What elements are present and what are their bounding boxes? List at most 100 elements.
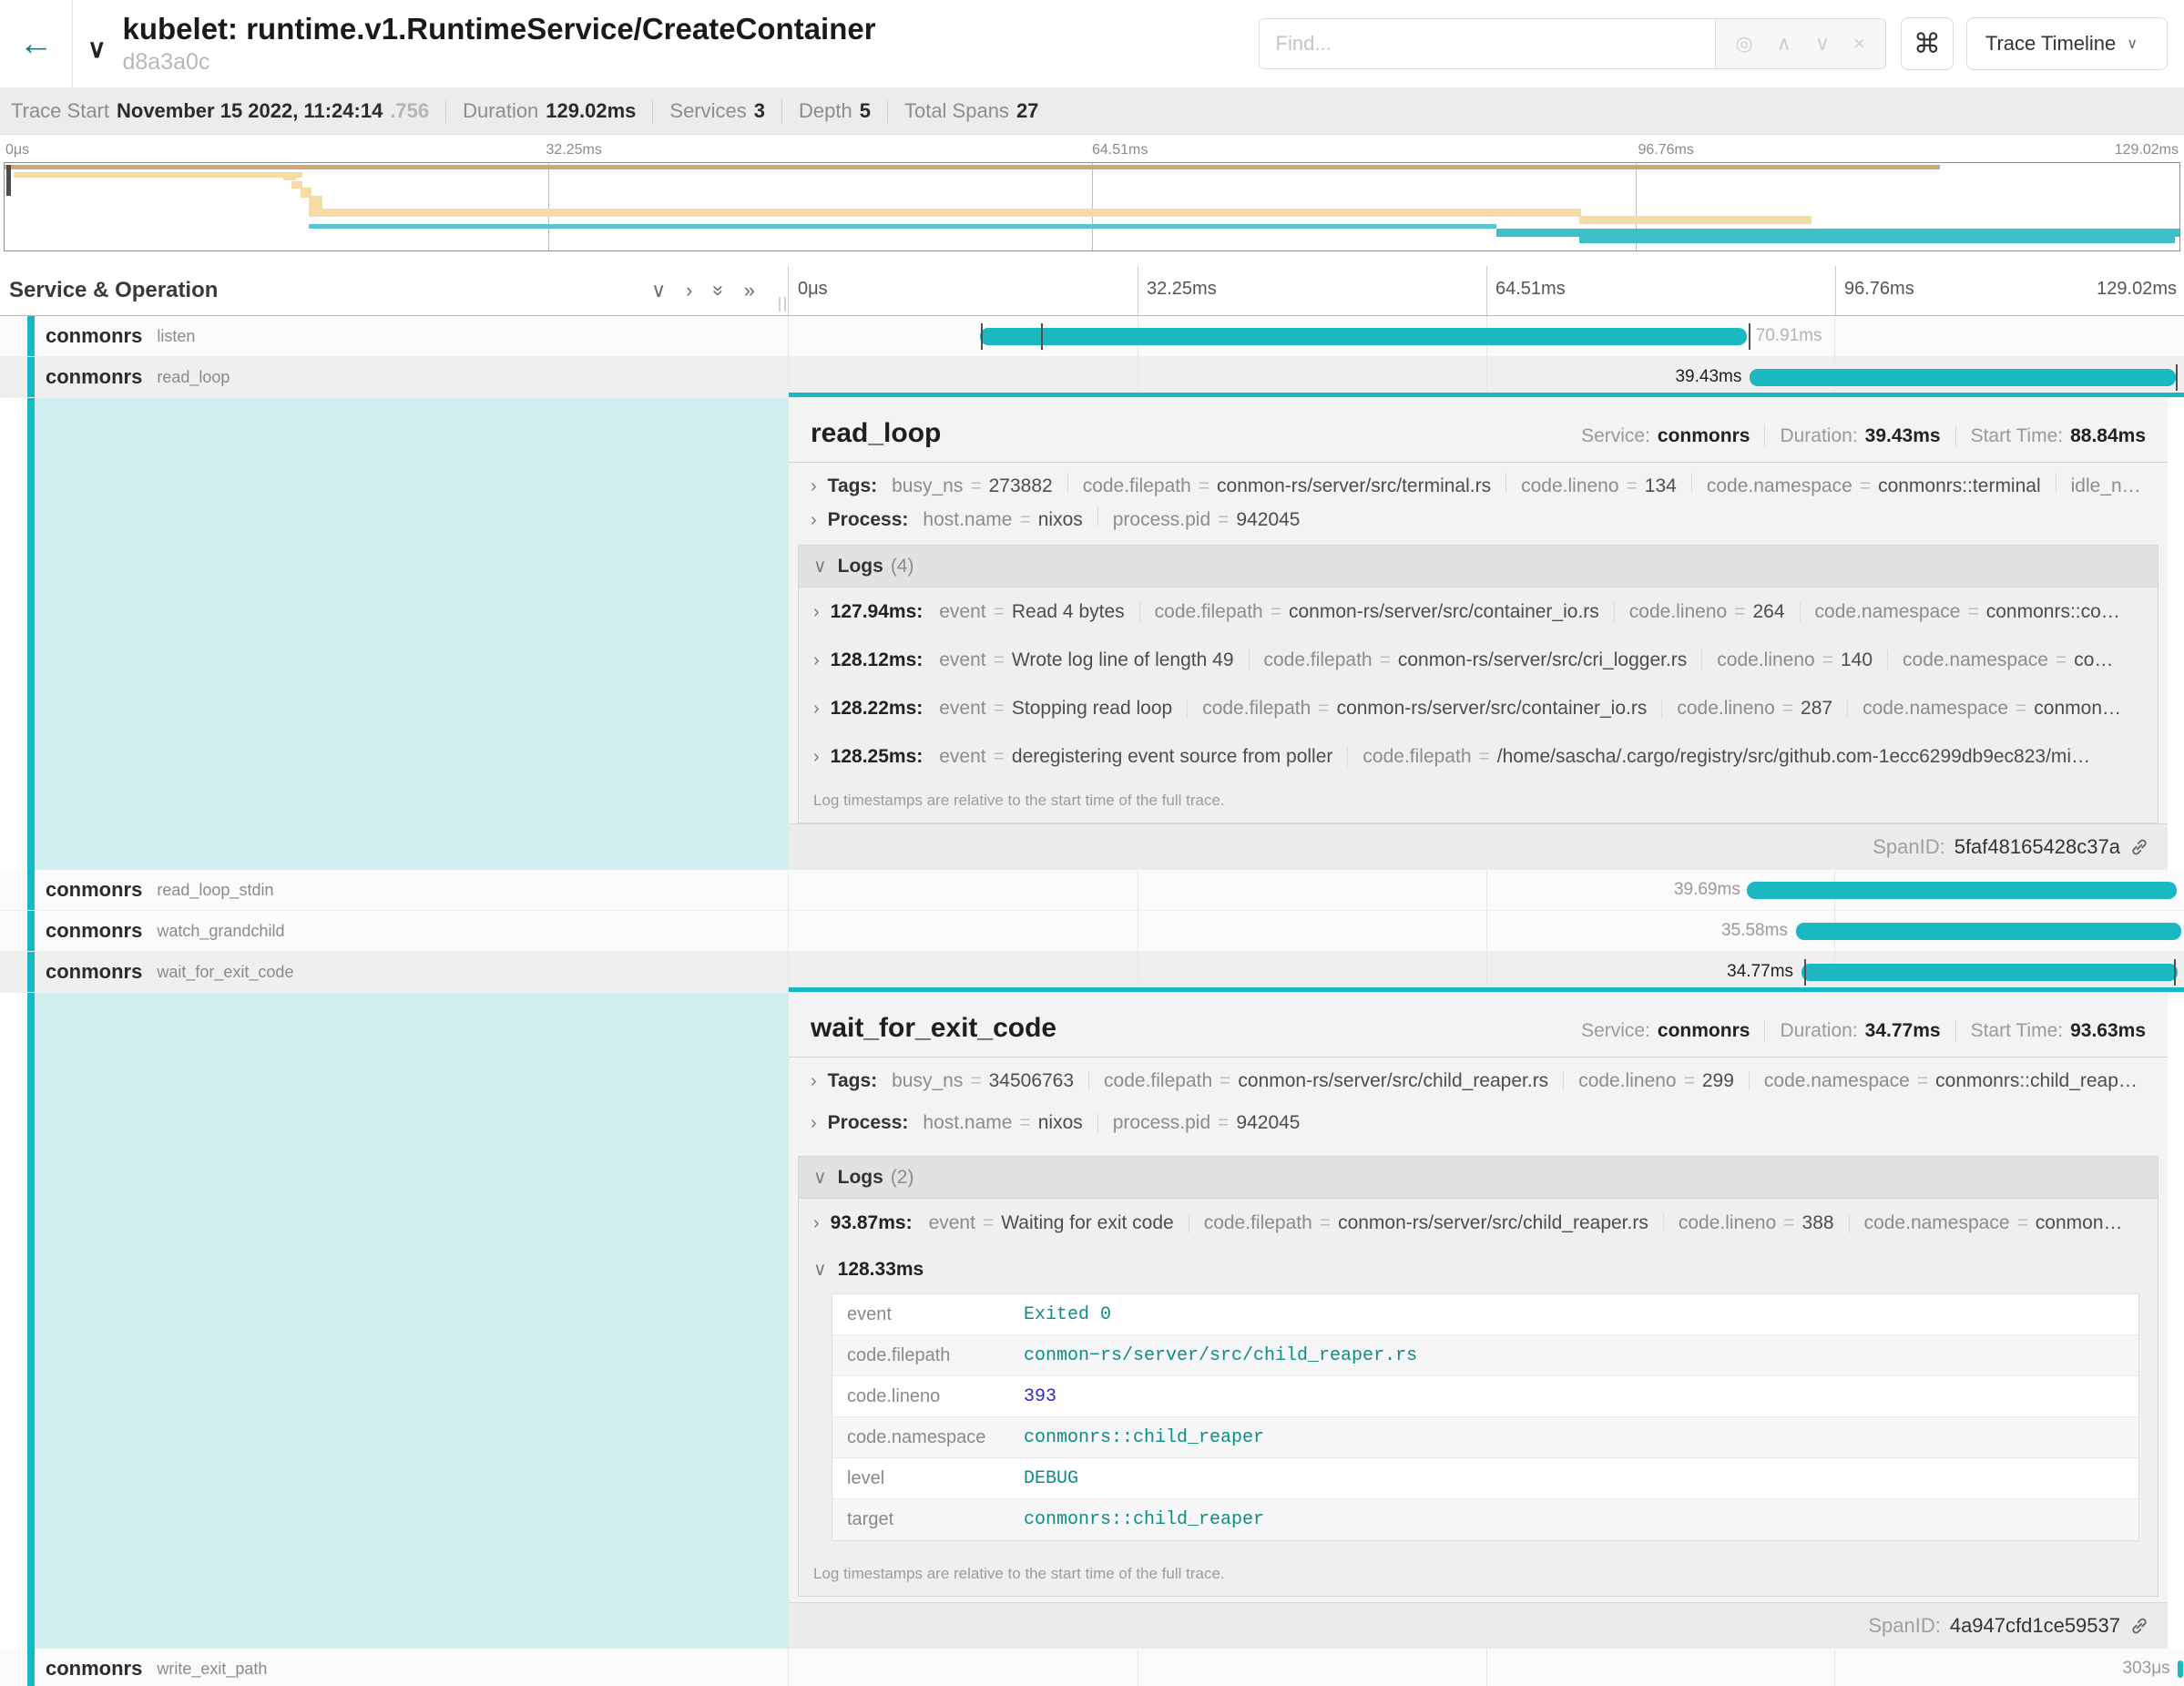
find-prev-icon[interactable]: ∧	[1777, 32, 1791, 56]
column-resizer[interactable]	[779, 297, 786, 312]
span-operation-title: read_loop	[811, 418, 941, 449]
span-bar-cell[interactable]: 303μs	[789, 1649, 2184, 1686]
chevron-down-icon: ∨	[813, 555, 827, 577]
span-name-cell[interactable]: conmonrs listen	[0, 316, 789, 357]
chevron-right-icon[interactable]: ›	[813, 747, 820, 768]
span-bar[interactable]	[1750, 369, 2176, 386]
back-button[interactable]: ←	[0, 0, 73, 87]
log-entry[interactable]: › 128.22ms: event=Stopping read loop cod…	[799, 684, 2158, 732]
divider	[1505, 473, 1506, 493]
span-name-cell[interactable]: conmonrs wait_for_exit_code	[0, 952, 789, 993]
detail-header: read_loop Service:conmonrs Duration:39.4…	[789, 398, 2168, 449]
divider	[1955, 1020, 1956, 1042]
logs-note: Log timestamps are relative to the start…	[799, 1554, 2158, 1596]
span-bar[interactable]	[980, 328, 1748, 345]
find-clear-icon[interactable]: ×	[1853, 32, 1865, 56]
header: ← ∨ kubelet: runtime.v1.RuntimeService/C…	[0, 0, 2184, 87]
span-name-cell[interactable]: conmonrs write_exit_path	[0, 1649, 789, 1686]
span-operation-title: wait_for_exit_code	[811, 1013, 1056, 1044]
keyboard-shortcuts-button[interactable]: ⌘	[1901, 17, 1954, 70]
span-bar[interactable]	[1747, 882, 2177, 899]
process-row[interactable]: › Process: host.name=nixos process.pid=9…	[789, 498, 2168, 532]
log-marker	[1804, 959, 1806, 986]
chevron-right-icon[interactable]: ›	[811, 1113, 817, 1134]
span-name-cell[interactable]: conmonrs watch_grandchild	[0, 911, 789, 952]
span-bar-cell[interactable]: 70.91ms	[789, 316, 2184, 357]
service-name: conmonrs	[46, 960, 142, 984]
chevron-right-icon[interactable]: ›	[813, 1213, 820, 1234]
expand-all-icon[interactable]: »	[744, 279, 755, 302]
back-arrow-icon: ←	[19, 25, 54, 63]
tags-row[interactable]: › Tags: busy_ns=273882 code.filepath=con…	[789, 465, 2168, 498]
log-entry[interactable]: › 128.25ms: event=deregistering event so…	[799, 732, 2158, 781]
gridline	[548, 163, 549, 250]
span-bar-cell[interactable]: 34.77ms	[789, 952, 2184, 993]
divider	[1955, 425, 1956, 447]
find-next-icon[interactable]: ∨	[1815, 32, 1830, 56]
span-name-cell[interactable]: conmonrs read_loop	[0, 357, 789, 398]
chevron-right-icon[interactable]: ›	[811, 476, 817, 497]
logs-header[interactable]: ∨ Logs(2)	[799, 1157, 2158, 1199]
chevron-right-icon[interactable]: ›	[813, 602, 820, 623]
tick-label: 96.76ms	[1638, 142, 1694, 158]
minimap-drag-handle[interactable]	[6, 165, 11, 196]
logs-section: ∨ Logs(2) › 93.87ms: event=Waiting for e…	[798, 1156, 2158, 1597]
table-row: level DEBUG	[832, 1458, 2138, 1499]
divider	[789, 1057, 2168, 1058]
tick-label: 0μs	[5, 142, 29, 158]
log-entry[interactable]: › 127.94ms: event=Read 4 bytes code.file…	[799, 588, 2158, 636]
chevron-right-icon[interactable]: ›	[813, 650, 820, 671]
tags-row[interactable]: › Tags: busy_ns=34506763 code.filepath=c…	[789, 1059, 2168, 1101]
operation-name: read_loop	[157, 368, 230, 387]
span-bar[interactable]	[1796, 923, 2181, 940]
divider	[1249, 650, 1250, 670]
span-bar-cell[interactable]: 35.58ms	[789, 911, 2184, 952]
span-bar-cell[interactable]: 39.43ms	[789, 357, 2184, 398]
log-marker	[1749, 323, 1750, 350]
view-selector-button[interactable]: Trace Timeline ∨	[1966, 17, 2168, 70]
divider	[1139, 602, 1140, 622]
process-row[interactable]: › Process: host.name=nixos process.pid=9…	[789, 1101, 2168, 1143]
table-row: code.filepath conmon−rs/server/src/child…	[832, 1335, 2138, 1376]
log-entry[interactable]: › 128.12ms: event=Wrote log line of leng…	[799, 636, 2158, 684]
operation-name: listen	[157, 327, 195, 346]
divider	[1764, 1020, 1765, 1042]
span-bar[interactable]	[2178, 1660, 2183, 1678]
detail-left-gutter	[0, 993, 789, 1649]
trace-title-collapse-icon[interactable]: ∨	[87, 34, 107, 64]
minimap-canvas[interactable]	[4, 162, 2180, 251]
deep-link-icon[interactable]	[2129, 1616, 2149, 1636]
service-name: conmonrs	[46, 878, 142, 902]
span-bar-cell[interactable]: 39.69ms	[789, 870, 2184, 911]
divider	[789, 462, 2168, 463]
logs-header[interactable]: ∨ Logs(4)	[799, 546, 2158, 588]
tick-label: 32.25ms	[546, 142, 602, 158]
collapse-one-icon[interactable]: ∨	[651, 279, 666, 302]
divider	[1563, 1071, 1564, 1091]
chevron-right-icon[interactable]: ›	[811, 1071, 817, 1092]
span-duration-label: 35.58ms	[1721, 921, 1788, 941]
divider	[1187, 699, 1188, 719]
log-entry[interactable]: › 93.87ms: event=Waiting for exit code c…	[799, 1199, 2158, 1247]
divider	[1849, 1213, 1850, 1233]
collapse-all-icon[interactable]: »	[707, 285, 730, 296]
find-match-icon[interactable]: ◎	[1736, 32, 1753, 56]
divider	[1749, 1071, 1750, 1091]
table-row: event Exited 0	[832, 1294, 2138, 1335]
log-entry-expanded-header[interactable]: ∨ 128.33ms	[813, 1258, 2143, 1281]
deep-link-icon[interactable]	[2129, 837, 2149, 857]
chevron-right-icon[interactable]: ›	[813, 699, 820, 720]
span-bar[interactable]	[1801, 964, 2178, 981]
chevron-right-icon[interactable]: ›	[811, 510, 817, 531]
span-name-cell[interactable]: conmonrs read_loop_stdin	[0, 870, 789, 911]
expand-one-icon[interactable]: ›	[686, 279, 692, 302]
minimap-ticks: 0μs 32.25ms 64.51ms 96.76ms 129.02ms	[0, 135, 2184, 162]
find-input[interactable]	[1260, 19, 1715, 68]
detail-left-gutter	[0, 398, 789, 870]
tick-label: 96.76ms	[1844, 279, 1914, 300]
view-selector-label: Trace Timeline	[1985, 32, 2116, 56]
command-icon: ⌘	[1914, 29, 1941, 59]
find-buttons: ◎ ∧ ∨ ×	[1715, 19, 1885, 68]
title-block: kubelet: runtime.v1.RuntimeService/Creat…	[123, 12, 876, 76]
trace-depth: Depth5	[799, 99, 871, 123]
